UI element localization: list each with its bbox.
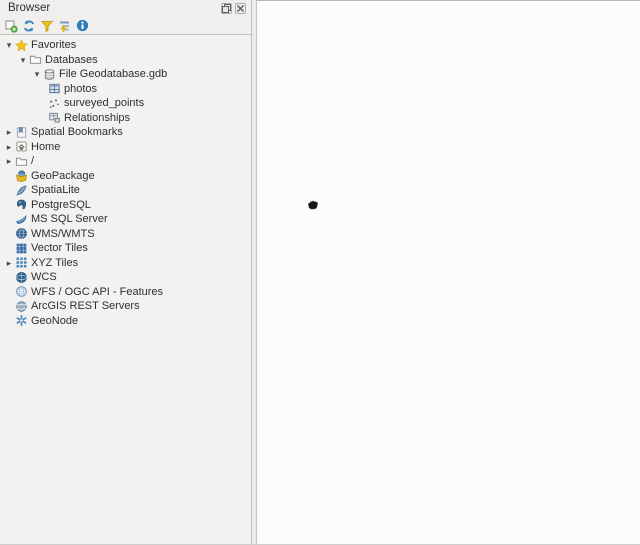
browser-tree: Favorites Databases File Geodatabase.gdb… bbox=[0, 34, 251, 545]
grab-hand-cursor bbox=[305, 196, 321, 212]
tree-item-label: ArcGIS REST Servers bbox=[31, 300, 140, 312]
browser-toolbar bbox=[3, 17, 90, 34]
tree-item-file-geodatabase[interactable]: File Geodatabase.gdb bbox=[0, 67, 251, 82]
star-icon bbox=[14, 38, 28, 52]
tree-item-label: surveyed_points bbox=[64, 97, 144, 109]
tree-item-spatial-bookmarks[interactable]: Spatial Bookmarks bbox=[0, 125, 251, 140]
expand-arrow-icon[interactable] bbox=[4, 142, 14, 152]
geonode-icon bbox=[14, 314, 28, 328]
filter-browser-button[interactable] bbox=[39, 18, 54, 33]
tree-item-xyz-tiles[interactable]: XYZ Tiles bbox=[0, 256, 251, 271]
collapse-arrow-icon[interactable] bbox=[32, 69, 42, 79]
tree-item-label: Vector Tiles bbox=[31, 242, 88, 254]
tree-item-vector-tiles[interactable]: Vector Tiles bbox=[0, 241, 251, 256]
home-folder-icon bbox=[14, 140, 28, 154]
tree-item-databases[interactable]: Databases bbox=[0, 53, 251, 68]
collapse-arrow-icon[interactable] bbox=[18, 55, 28, 65]
tree-item-spatialite[interactable]: SpatiaLite bbox=[0, 183, 251, 198]
geopackage-icon bbox=[14, 169, 28, 183]
tree-item-label: WFS / OGC API - Features bbox=[31, 286, 163, 298]
tree-item-photos[interactable]: photos bbox=[0, 82, 251, 97]
filter-browser-icon bbox=[40, 19, 54, 33]
wms-globe-icon bbox=[14, 227, 28, 241]
tree-item-label: photos bbox=[64, 83, 97, 95]
database-icon bbox=[42, 67, 56, 81]
tree-item-geopackage[interactable]: GeoPackage bbox=[0, 169, 251, 184]
xyz-tiles-icon bbox=[14, 256, 28, 270]
tree-item-arcgis-rest-servers[interactable]: ArcGIS REST Servers bbox=[0, 299, 251, 314]
tree-item-label: PostgreSQL bbox=[31, 199, 91, 211]
tree-item-relationships[interactable]: Relationships bbox=[0, 111, 251, 126]
collapse-arrow-icon[interactable] bbox=[4, 40, 14, 50]
tree-item-label: WMS/WMTS bbox=[31, 228, 95, 240]
tree-item-label: XYZ Tiles bbox=[31, 257, 78, 269]
tree-item-home[interactable]: Home bbox=[0, 140, 251, 155]
refresh-icon bbox=[22, 19, 36, 33]
vector-tiles-icon bbox=[14, 241, 28, 255]
tree-item-label: MS SQL Server bbox=[31, 213, 108, 225]
tree-item-label: Databases bbox=[45, 54, 98, 66]
float-panel-icon bbox=[222, 4, 231, 13]
expand-arrow-icon[interactable] bbox=[4, 156, 14, 166]
tree-item-label: Relationships bbox=[64, 112, 130, 124]
tree-item-label: SpatiaLite bbox=[31, 184, 80, 196]
collapse-all-icon bbox=[58, 19, 72, 33]
tree-item-label: File Geodatabase.gdb bbox=[59, 68, 167, 80]
tree-item-favorites[interactable]: Favorites bbox=[0, 38, 251, 53]
close-panel-button[interactable] bbox=[235, 3, 246, 14]
tree-item-label: Favorites bbox=[31, 39, 76, 51]
tree-item-label: GeoPackage bbox=[31, 170, 95, 182]
collapse-all-button[interactable] bbox=[57, 18, 72, 33]
wcs-globe-icon bbox=[14, 270, 28, 284]
expand-arrow-icon[interactable] bbox=[4, 127, 14, 137]
tree-item-wms-wmts[interactable]: WMS/WMTS bbox=[0, 227, 251, 242]
browser-panel: Browser bbox=[0, 0, 252, 545]
tree-item-label: WCS bbox=[31, 271, 57, 283]
panel-title: Browser bbox=[8, 2, 50, 14]
folder-icon bbox=[28, 53, 42, 67]
tree-item-label: Home bbox=[31, 141, 60, 153]
tree-item-label: Spatial Bookmarks bbox=[31, 126, 123, 138]
relationships-icon bbox=[47, 111, 61, 125]
bookmarks-icon bbox=[14, 125, 28, 139]
tree-item-label: GeoNode bbox=[31, 315, 78, 327]
tree-item-surveyed-points[interactable]: surveyed_points bbox=[0, 96, 251, 111]
spatialite-icon bbox=[14, 183, 28, 197]
tree-item-wfs-ogc-api-features[interactable]: WFS / OGC API - Features bbox=[0, 285, 251, 300]
close-panel-icon bbox=[236, 4, 245, 13]
add-selected-layers-icon bbox=[4, 19, 18, 33]
wfs-globe-icon bbox=[14, 285, 28, 299]
attribute-table-icon bbox=[47, 82, 61, 96]
postgresql-icon bbox=[14, 198, 28, 212]
point-layer-icon bbox=[47, 96, 61, 110]
add-selected-layers-button[interactable] bbox=[3, 18, 18, 33]
folder-icon bbox=[14, 154, 28, 168]
browser-panel-titlebar: Browser bbox=[0, 0, 251, 17]
refresh-button[interactable] bbox=[21, 18, 36, 33]
tree-item-label: / bbox=[31, 155, 34, 167]
properties-widget-icon bbox=[76, 19, 89, 32]
mssql-icon bbox=[14, 212, 28, 226]
expand-arrow-icon[interactable] bbox=[4, 258, 14, 268]
tree-item-postgresql[interactable]: PostgreSQL bbox=[0, 198, 251, 213]
map-canvas[interactable] bbox=[256, 0, 640, 545]
tree-item-ms-sql-server[interactable]: MS SQL Server bbox=[0, 212, 251, 227]
tree-item-geonode[interactable]: GeoNode bbox=[0, 314, 251, 329]
float-panel-button[interactable] bbox=[221, 3, 232, 14]
tree-item-root-folder[interactable]: / bbox=[0, 154, 251, 169]
arcgis-globe-icon bbox=[14, 299, 28, 313]
properties-widget-button[interactable] bbox=[75, 18, 90, 33]
tree-item-wcs[interactable]: WCS bbox=[0, 270, 251, 285]
